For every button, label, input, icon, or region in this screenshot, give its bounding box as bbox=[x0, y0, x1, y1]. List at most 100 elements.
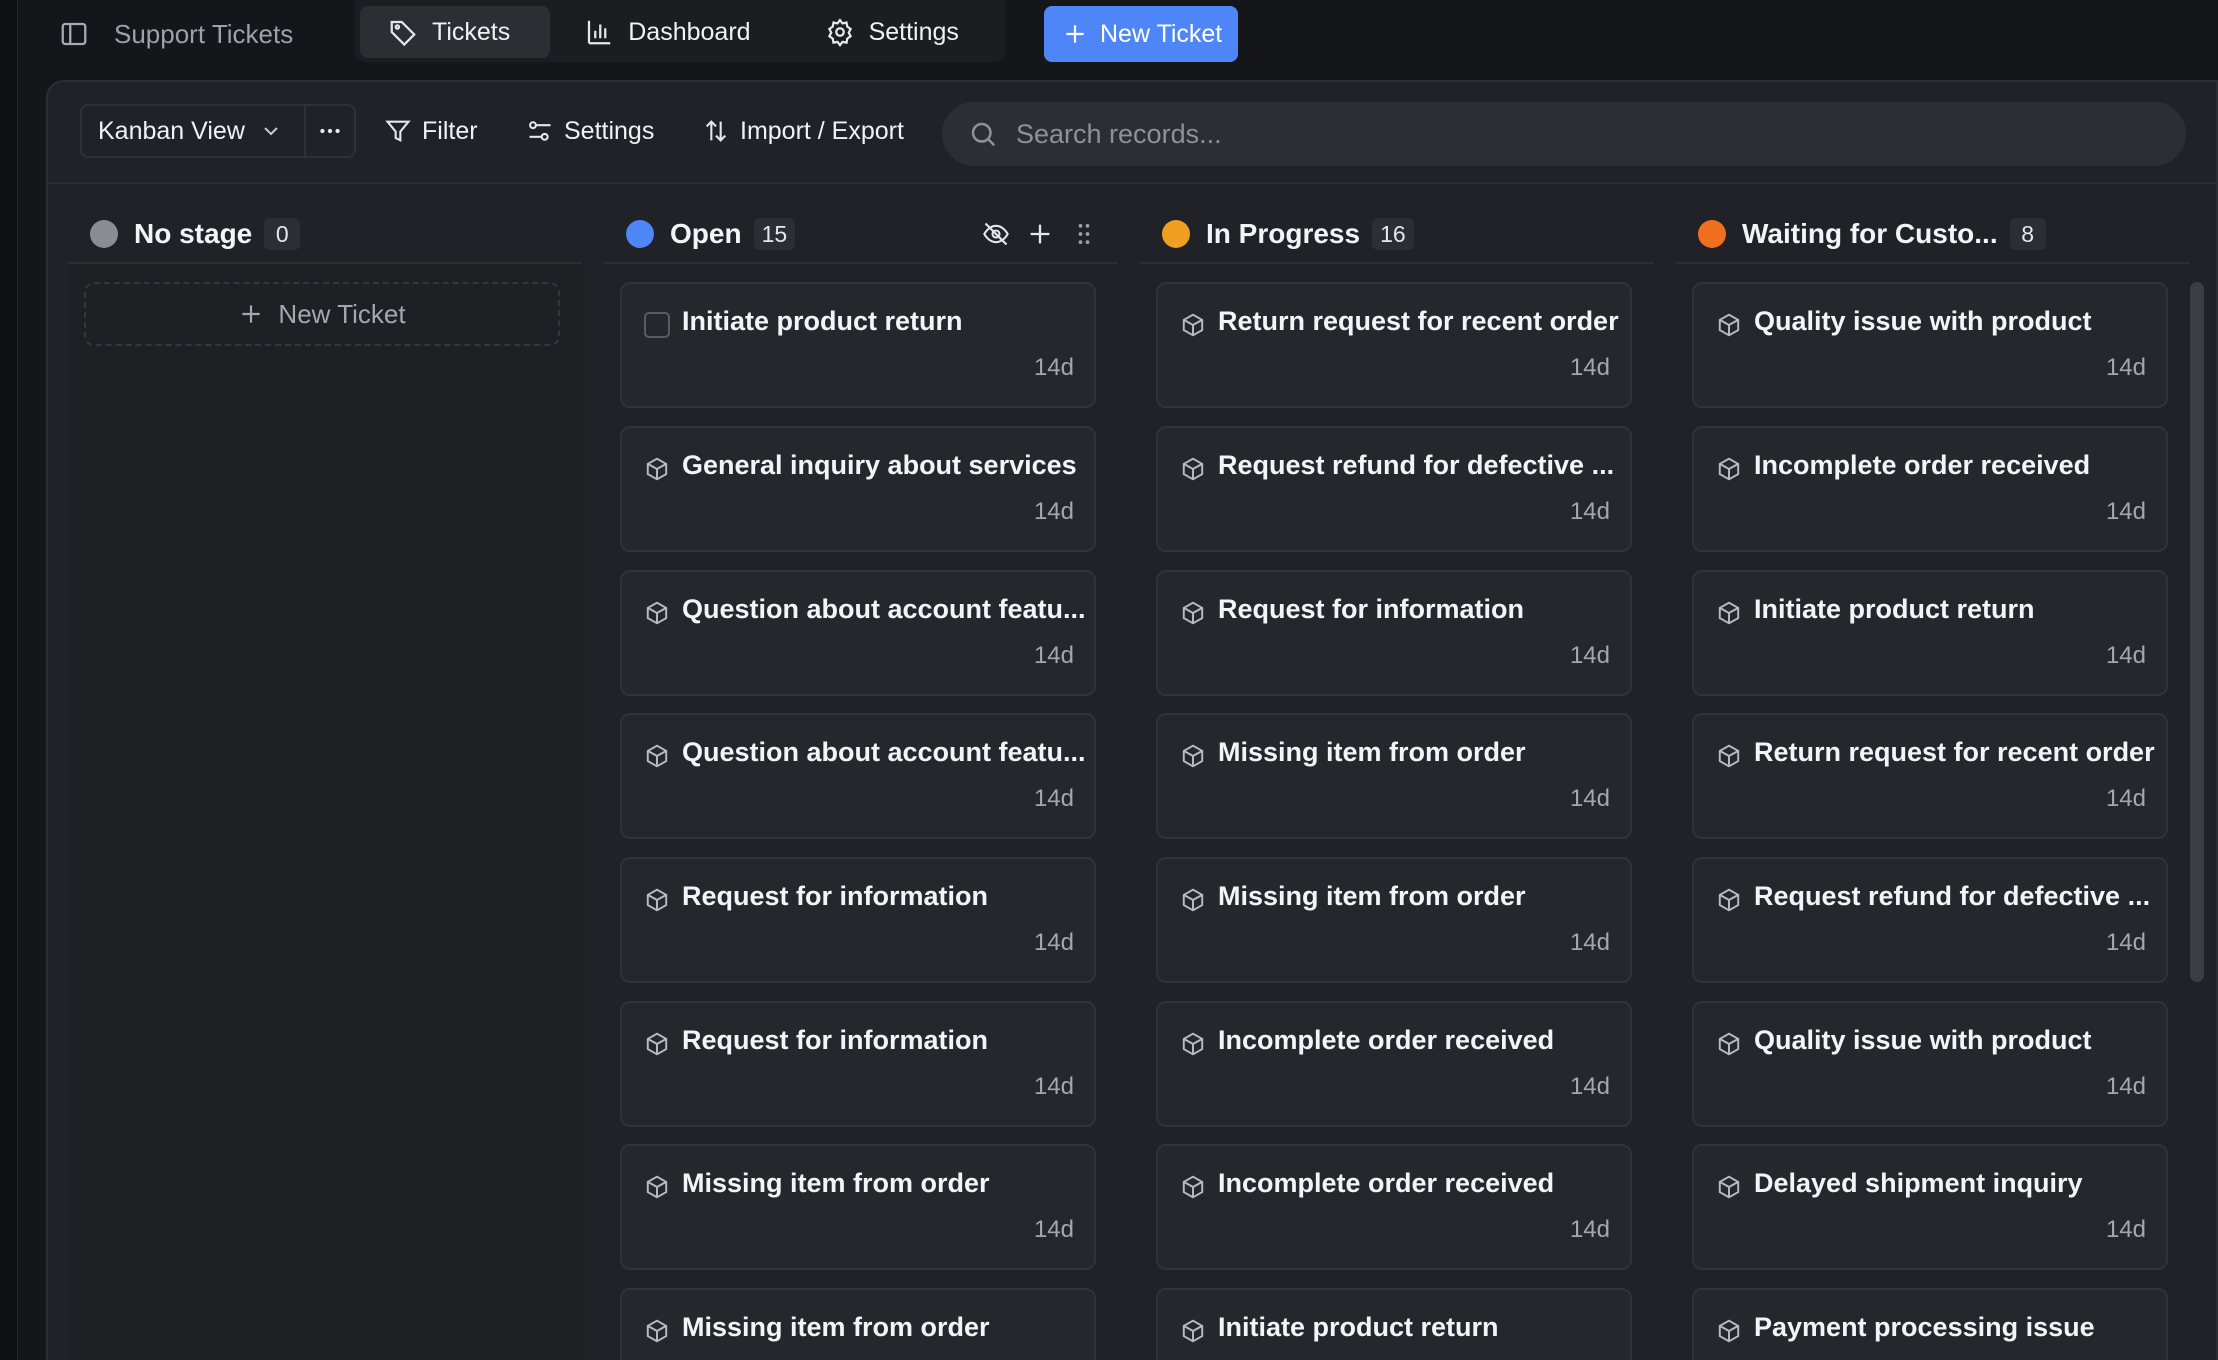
gear-icon bbox=[827, 18, 852, 47]
box-icon bbox=[1180, 1318, 1206, 1344]
toolbar: Kanban View Filter Settings Import / Exp… bbox=[48, 82, 2216, 184]
box-icon bbox=[1716, 1318, 1742, 1344]
filter-button[interactable]: Filter bbox=[384, 104, 478, 158]
box-icon bbox=[644, 1318, 670, 1344]
box-icon bbox=[644, 1174, 670, 1200]
ticket-card[interactable]: Incomplete order received 14d bbox=[1156, 1144, 1632, 1270]
board-scrollbar[interactable] bbox=[2190, 282, 2204, 982]
column-header[interactable]: Waiting for Custo... 8 bbox=[1676, 206, 2190, 264]
eye-off-icon[interactable] bbox=[982, 220, 1010, 248]
column-count-badge: 0 bbox=[264, 218, 301, 250]
ticket-card[interactable]: Question about account featu... 14d bbox=[620, 713, 1096, 839]
ticket-card[interactable]: Delayed shipment inquiry 14d bbox=[1692, 1144, 2168, 1270]
column-title: No stage bbox=[134, 218, 253, 249]
ticket-card[interactable]: Request for information 14d bbox=[620, 857, 1096, 983]
ticket-card[interactable]: Initiate product return 14d bbox=[1692, 570, 2168, 696]
ticket-title: Incomplete order received bbox=[1754, 450, 2091, 480]
ticket-age: 14d bbox=[1033, 1073, 1074, 1100]
view-settings-button[interactable]: Settings bbox=[526, 104, 654, 158]
ticket-title: Request for information bbox=[1218, 594, 1525, 624]
ticket-card[interactable]: Question about account featu... 14d bbox=[620, 570, 1096, 696]
ticket-age: 14d bbox=[2105, 642, 2146, 669]
plus-icon[interactable] bbox=[1026, 220, 1054, 248]
search-bar[interactable] bbox=[942, 102, 2186, 166]
ticket-age: 14d bbox=[1569, 354, 1610, 381]
ticket-title: General inquiry about services bbox=[682, 450, 1077, 480]
ticket-title: Request refund for defective ... bbox=[1754, 881, 2151, 911]
box-icon bbox=[1180, 456, 1206, 482]
tab-settings[interactable]: Settings bbox=[797, 6, 999, 58]
ticket-age: 14d bbox=[1569, 642, 1610, 669]
tag-icon bbox=[390, 20, 416, 47]
ticket-card[interactable]: Request refund for defective ... 14d bbox=[1156, 426, 1632, 552]
box-icon bbox=[1180, 887, 1206, 913]
column-count-badge: 16 bbox=[1372, 218, 1414, 250]
chevron-down-icon bbox=[264, 127, 278, 136]
ticket-card[interactable]: Initiate product return 14d bbox=[620, 282, 1096, 408]
column-header[interactable]: No stage 0 bbox=[68, 206, 582, 264]
filter-icon bbox=[385, 120, 411, 143]
ticket-card[interactable]: Initiate product return bbox=[1156, 1288, 1632, 1360]
nav-tabs: Tickets Dashboard Settings bbox=[354, 0, 1005, 62]
add-ticket-label: New Ticket bbox=[278, 298, 406, 329]
sidebar-toggle-icon[interactable] bbox=[58, 18, 90, 50]
box-icon bbox=[1180, 312, 1206, 338]
box-icon bbox=[1716, 743, 1742, 769]
ticket-title: Return request for recent order bbox=[1754, 737, 2155, 767]
box-icon bbox=[1716, 1031, 1742, 1057]
ticket-title: Return request for recent order bbox=[1218, 306, 1619, 336]
ticket-card[interactable]: Request for information 14d bbox=[1156, 570, 1632, 696]
ticket-title: Incomplete order received bbox=[1218, 1025, 1555, 1055]
search-input[interactable] bbox=[1016, 118, 2116, 150]
ticket-card[interactable]: Return request for recent order 14d bbox=[1156, 282, 1632, 408]
ticket-card[interactable]: General inquiry about services 14d bbox=[620, 426, 1096, 552]
box-icon bbox=[644, 1031, 670, 1057]
ticket-card[interactable]: Return request for recent order 14d bbox=[1692, 713, 2168, 839]
new-ticket-button[interactable]: New Ticket bbox=[1044, 6, 1239, 62]
view-selector[interactable]: Kanban View bbox=[80, 104, 356, 158]
ticket-title: Payment processing issue bbox=[1754, 1312, 2095, 1342]
more-options-button[interactable] bbox=[304, 106, 354, 156]
box-icon bbox=[1180, 743, 1206, 769]
ticket-card[interactable]: Payment processing issue bbox=[1692, 1288, 2168, 1360]
column-title: In Progress bbox=[1206, 218, 1361, 249]
card-checkbox[interactable] bbox=[644, 312, 670, 338]
window-edge bbox=[0, 0, 18, 1360]
ticket-title: Missing item from order bbox=[682, 1312, 990, 1342]
import-export-button[interactable]: Import / Export bbox=[702, 104, 904, 158]
bar-chart-icon bbox=[588, 20, 611, 45]
ticket-age: 14d bbox=[1569, 498, 1610, 525]
drag-handle-icon[interactable] bbox=[1070, 220, 1098, 248]
top-bar: Support Tickets Tickets Dashboard Settin… bbox=[18, 0, 2218, 68]
ticket-title: Delayed shipment inquiry bbox=[1754, 1168, 2083, 1198]
ticket-age: 14d bbox=[2105, 354, 2146, 381]
ticket-card[interactable]: Incomplete order received 14d bbox=[1156, 1001, 1632, 1127]
tab-dashboard[interactable]: Dashboard bbox=[556, 6, 790, 58]
ticket-card[interactable]: Quality issue with product 14d bbox=[1692, 282, 2168, 408]
kanban-board: No stage 0 New Ticket Open 15 Initiate produc… bbox=[48, 186, 2216, 1360]
box-icon bbox=[1716, 1174, 1742, 1200]
ticket-age: 14d bbox=[2105, 1073, 2146, 1100]
tab-tickets[interactable]: Tickets bbox=[360, 6, 551, 58]
ticket-age: 14d bbox=[2105, 498, 2146, 525]
ticket-title: Quality issue with product bbox=[1754, 1025, 2092, 1055]
tab-dashboard-label: Dashboard bbox=[628, 17, 751, 46]
ticket-age: 14d bbox=[1033, 642, 1074, 669]
column-header[interactable]: Open 15 bbox=[604, 206, 1118, 264]
ticket-card[interactable]: Quality issue with product 14d bbox=[1692, 1001, 2168, 1127]
app-title: Support Tickets bbox=[114, 19, 294, 49]
ticket-title: Missing item from order bbox=[1218, 881, 1526, 911]
column-title: Waiting for Custo... bbox=[1742, 218, 1998, 249]
ticket-card[interactable]: Missing item from order 14d bbox=[1156, 713, 1632, 839]
column-title: Open bbox=[670, 218, 742, 249]
ticket-card[interactable]: Incomplete order received 14d bbox=[1692, 426, 2168, 552]
column-header[interactable]: In Progress 16 bbox=[1140, 206, 1654, 264]
import-export-label: Import / Export bbox=[740, 116, 904, 145]
add-ticket-button[interactable]: New Ticket bbox=[84, 282, 560, 346]
ticket-card[interactable]: Missing item from order 14d bbox=[1156, 857, 1632, 983]
ticket-card[interactable]: Missing item from order bbox=[620, 1288, 1096, 1360]
ticket-card[interactable]: Request for information 14d bbox=[620, 1001, 1096, 1127]
ticket-card[interactable]: Request refund for defective ... 14d bbox=[1692, 857, 2168, 983]
column-count-badge: 8 bbox=[2009, 218, 2046, 250]
ticket-card[interactable]: Missing item from order 14d bbox=[620, 1144, 1096, 1270]
